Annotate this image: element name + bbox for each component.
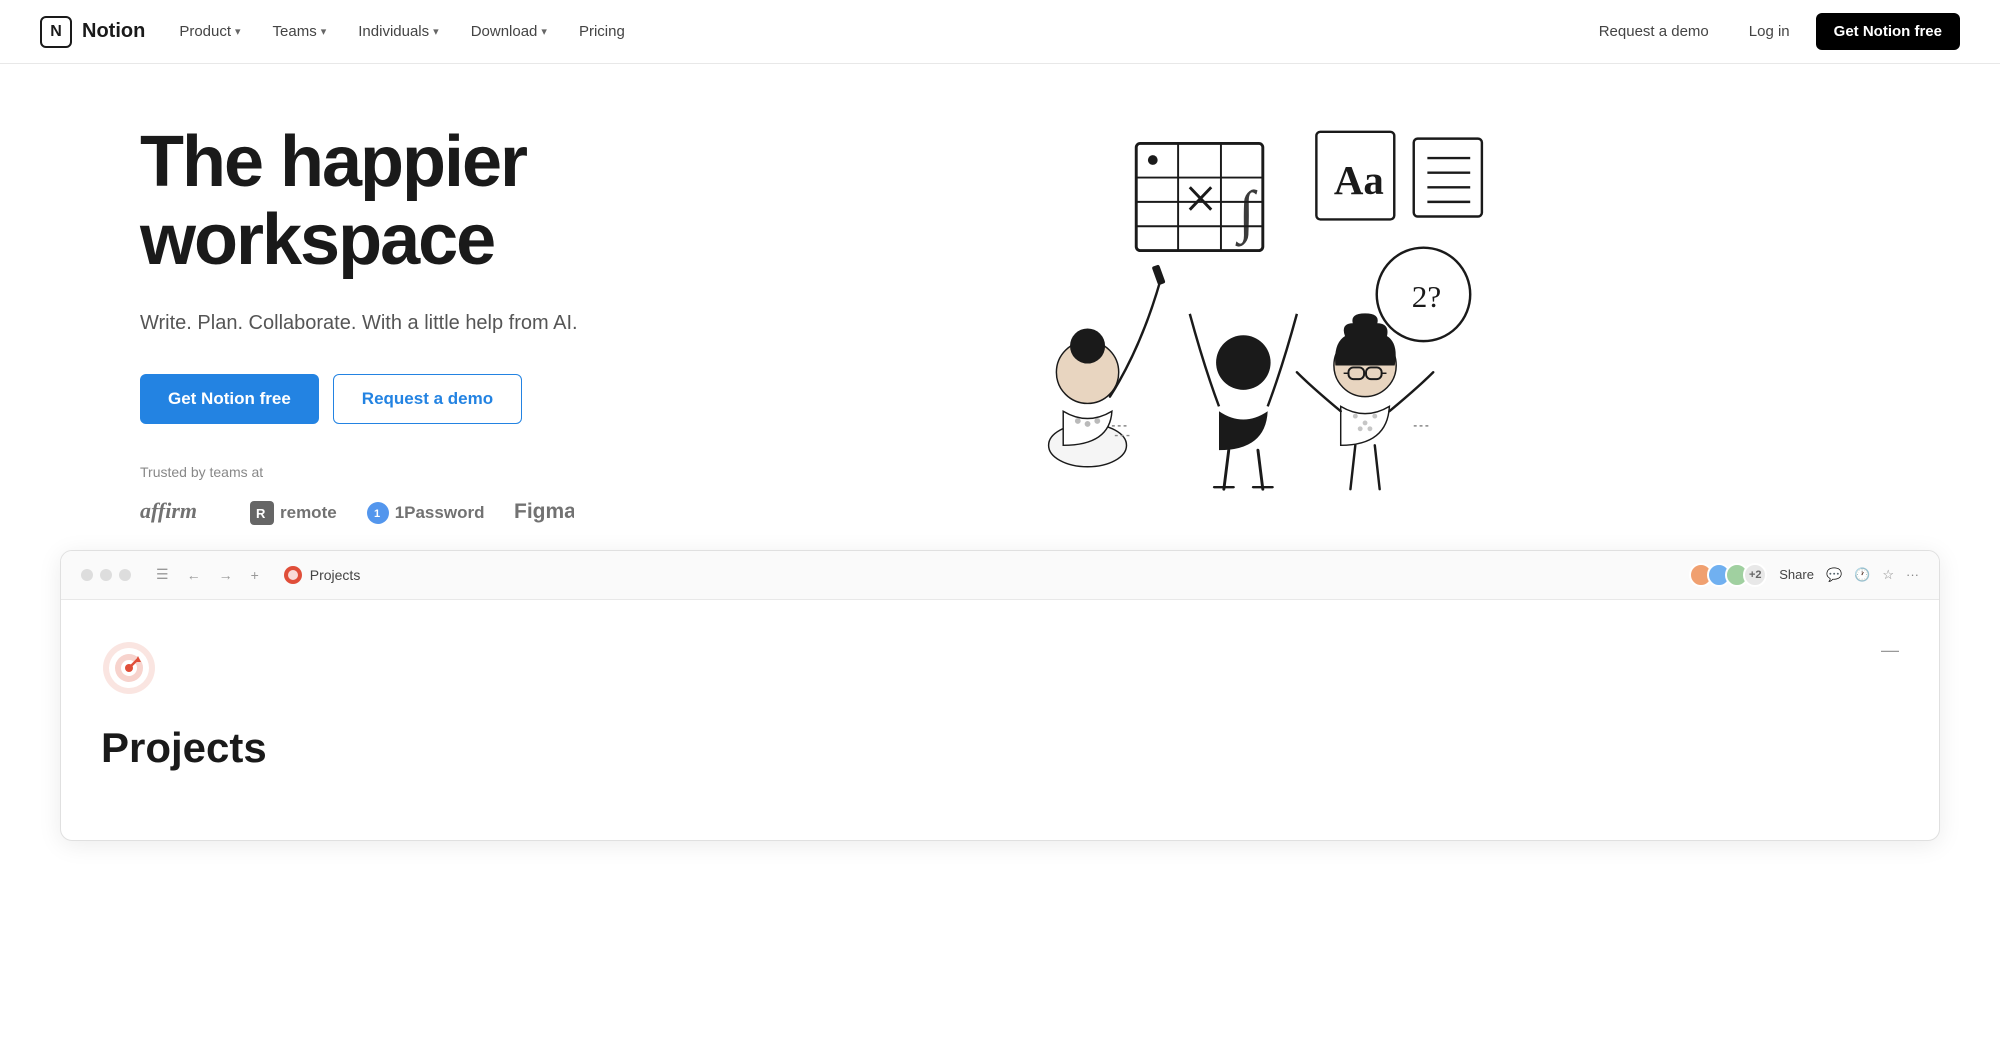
- window-dot-green: [119, 569, 131, 581]
- svg-text:∫: ∫: [1234, 179, 1257, 247]
- browser-tab[interactable]: Projects: [284, 566, 361, 584]
- favorite-icon[interactable]: ☆: [1882, 567, 1894, 583]
- svg-text:Figma: Figma: [514, 500, 574, 523]
- browser-toolbar-right: +2 Share 💬 🕐 ☆ ···: [1689, 563, 1919, 587]
- notion-logo[interactable]: N Notion: [40, 16, 145, 48]
- affirm-logo: affirm: [140, 496, 220, 530]
- remote-logo: R remote: [250, 501, 337, 525]
- tab-label: Projects: [310, 567, 361, 583]
- svg-text:1: 1: [374, 508, 380, 520]
- projects-tab-icon: [284, 566, 302, 584]
- hero-buttons: Get Notion free Request a demo: [140, 374, 578, 424]
- window-dot-red: [81, 569, 93, 581]
- hero-subtitle: Write. Plan. Collaborate. With a little …: [140, 308, 578, 338]
- hero-left: The happier workspace Write. Plan. Colla…: [140, 124, 578, 530]
- nav-right: Request a demo Log in Get Notion free: [1585, 13, 1960, 50]
- more-options-icon[interactable]: ···: [1906, 567, 1919, 582]
- chevron-down-icon: ▾: [235, 25, 241, 38]
- share-button[interactable]: Share: [1779, 567, 1814, 582]
- nav-item-product[interactable]: Product ▾: [165, 15, 254, 48]
- hero-section: The happier workspace Write. Plan. Colla…: [0, 64, 2000, 550]
- onepassword-logo: 1 1Password: [367, 502, 485, 524]
- nav-items: Product ▾ Teams ▾ Individuals ▾ Download…: [165, 15, 638, 48]
- chevron-down-icon: ▾: [433, 25, 439, 38]
- svg-text:Aa: Aa: [1334, 158, 1384, 203]
- request-demo-button[interactable]: Request a demo: [1585, 15, 1723, 48]
- figma-logo: Figma: [514, 496, 574, 530]
- svg-text:affirm: affirm: [140, 498, 197, 523]
- nav-item-download[interactable]: Download ▾: [457, 15, 561, 48]
- svg-text:2?: 2?: [1412, 279, 1441, 314]
- projects-title: Projects: [101, 724, 267, 772]
- back-icon[interactable]: ←: [182, 565, 206, 585]
- chevron-down-icon: ▾: [541, 25, 547, 38]
- nav-item-teams[interactable]: Teams ▾: [259, 15, 341, 48]
- hero-illustration: ∫ Aa 2?: [929, 124, 1509, 494]
- logo-icon: N: [40, 16, 72, 48]
- chevron-down-icon: ▾: [321, 25, 327, 38]
- hero-svg: ∫ Aa 2?: [929, 124, 1509, 494]
- avatar-group: +2: [1689, 563, 1767, 587]
- get-notion-free-hero-button[interactable]: Get Notion free: [140, 374, 319, 424]
- nav-item-individuals[interactable]: Individuals ▾: [344, 15, 452, 48]
- history-icon[interactable]: 🕐: [1854, 567, 1870, 583]
- sidebar-toggle-icon[interactable]: ☰: [151, 564, 174, 585]
- nav-left: N Notion Product ▾ Teams ▾ Individuals ▾…: [40, 15, 639, 48]
- navigation: N Notion Product ▾ Teams ▾ Individuals ▾…: [0, 0, 2000, 64]
- collapse-button[interactable]: —: [1881, 640, 1899, 661]
- svg-text:R: R: [256, 506, 266, 521]
- browser-content: Projects —: [61, 600, 1939, 840]
- trusted-by-label: Trusted by teams at: [140, 464, 578, 480]
- hero-right: ∫ Aa 2?: [578, 124, 1860, 494]
- avatar-count: +2: [1743, 563, 1767, 587]
- browser-nav-controls: ☰ ← → +: [151, 564, 264, 585]
- projects-emoji-icon: [101, 640, 267, 708]
- browser-window-controls: [81, 569, 131, 581]
- browser-window: ☰ ← → + Projects +2 Share: [60, 550, 1940, 841]
- browser-bar: ☰ ← → + Projects +2 Share: [61, 551, 1939, 600]
- login-button[interactable]: Log in: [1735, 15, 1804, 48]
- hero-title: The happier workspace: [140, 124, 578, 280]
- window-dot-yellow: [100, 569, 112, 581]
- brand-name: Notion: [82, 20, 145, 43]
- add-icon[interactable]: +: [246, 565, 264, 585]
- nav-item-pricing[interactable]: Pricing: [565, 15, 639, 48]
- forward-icon[interactable]: →: [214, 565, 238, 585]
- request-demo-hero-button[interactable]: Request a demo: [333, 374, 522, 424]
- comments-icon[interactable]: 💬: [1826, 567, 1842, 583]
- get-notion-free-nav-button[interactable]: Get Notion free: [1816, 13, 1960, 50]
- trusted-logos: affirm R remote 1 1Password: [140, 496, 578, 530]
